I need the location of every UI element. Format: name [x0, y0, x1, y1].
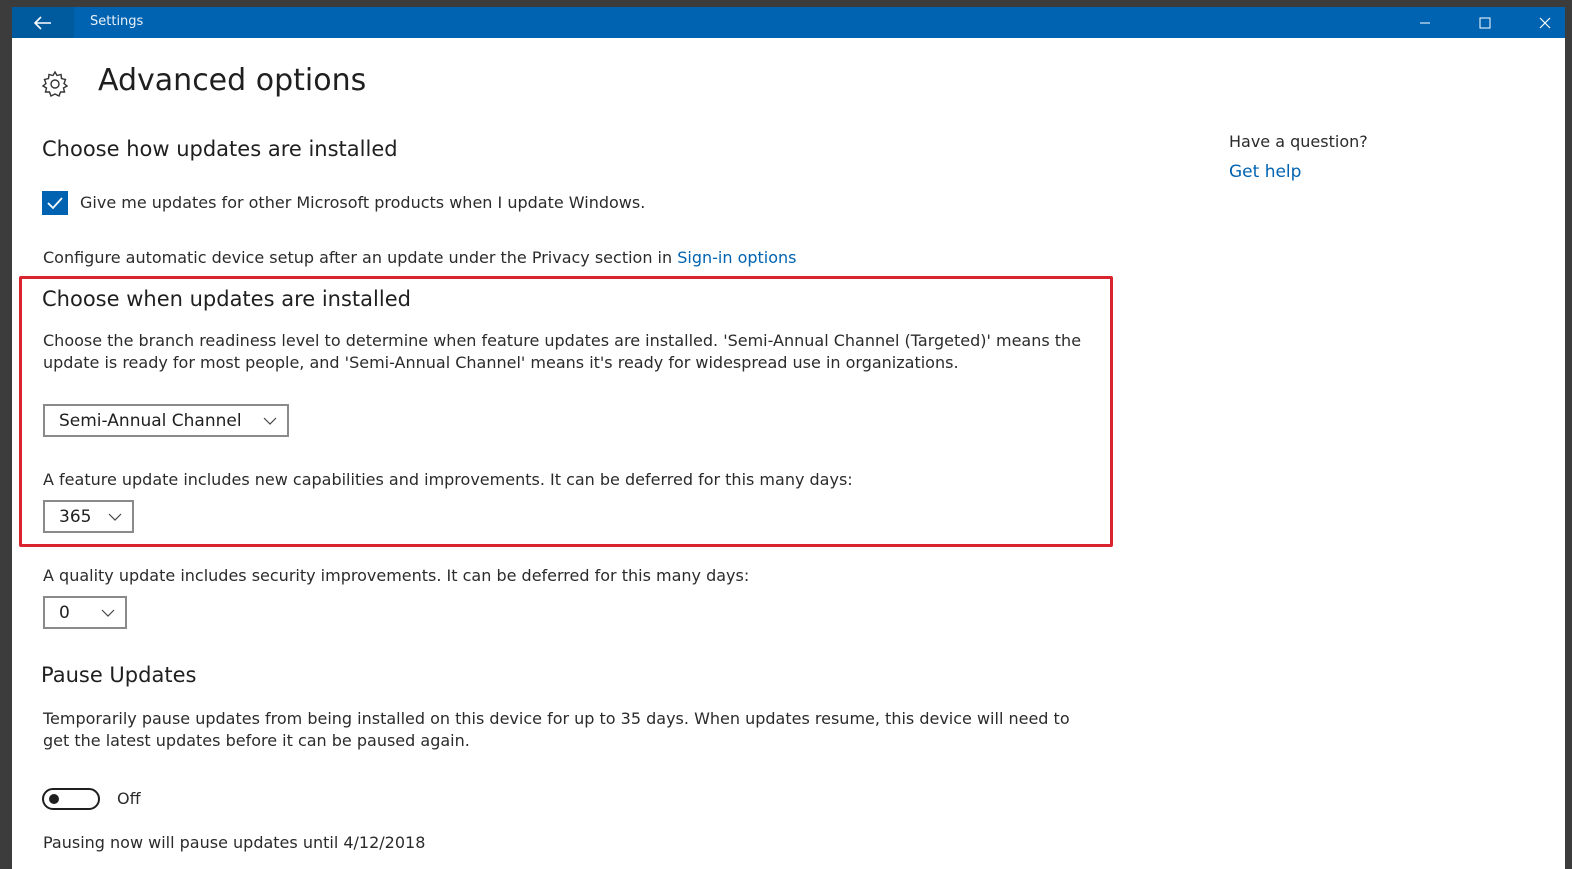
maximize-icon	[1479, 17, 1491, 28]
pause-updates-toggle[interactable]	[42, 788, 100, 810]
close-icon	[1539, 17, 1551, 28]
microsoft-products-label: Give me updates for other Microsoft prod…	[80, 193, 646, 212]
install-section-heading: Choose how updates are installed	[42, 137, 398, 161]
feature-update-text: A feature update includes new capabiliti…	[43, 470, 853, 489]
page-title: Advanced options	[98, 63, 367, 98]
pause-until-text: Pausing now will pause updates until 4/1…	[43, 833, 426, 852]
branch-description: Choose the branch readiness level to det…	[43, 331, 1082, 372]
settings-window: Settings Advanced options Choose how upd…	[12, 7, 1565, 869]
quality-defer-value: 0	[59, 602, 70, 623]
chevron-down-icon	[263, 417, 277, 425]
gear-icon	[41, 70, 69, 97]
toggle-knob	[49, 794, 59, 804]
quality-defer-dropdown[interactable]: 0	[43, 596, 127, 629]
pause-section-heading: Pause Updates	[41, 663, 197, 687]
close-button[interactable]	[1522, 7, 1565, 38]
pause-description: Temporarily pause updates from being ins…	[43, 709, 1070, 750]
checkmark-icon	[47, 197, 63, 210]
back-button[interactable]	[12, 7, 74, 38]
toggle-state-label: Off	[117, 789, 141, 808]
quality-update-text: A quality update includes security impro…	[43, 566, 750, 585]
chevron-down-icon	[108, 513, 122, 521]
when-section-heading: Choose when updates are installed	[42, 287, 411, 311]
minimize-button[interactable]	[1402, 7, 1448, 38]
help-question: Have a question?	[1229, 132, 1368, 151]
chevron-down-icon	[101, 609, 115, 617]
branch-readiness-dropdown[interactable]: Semi-Annual Channel	[43, 404, 289, 437]
maximize-button[interactable]	[1462, 7, 1508, 38]
feature-defer-value: 365	[59, 506, 92, 527]
title-bar: Settings	[12, 7, 1565, 38]
minimize-icon	[1420, 22, 1430, 23]
config-text-line: Configure automatic device setup after a…	[43, 247, 797, 269]
back-arrow-icon	[34, 15, 51, 30]
window-title: Settings	[90, 14, 144, 29]
microsoft-products-checkbox[interactable]	[42, 191, 68, 215]
branch-readiness-value: Semi-Annual Channel	[59, 410, 242, 431]
get-help-link[interactable]: Get help	[1229, 161, 1301, 183]
config-text: Configure automatic device setup after a…	[43, 248, 673, 267]
feature-defer-dropdown[interactable]: 365	[43, 500, 134, 533]
sign-in-options-link[interactable]: Sign-in options	[677, 248, 796, 267]
